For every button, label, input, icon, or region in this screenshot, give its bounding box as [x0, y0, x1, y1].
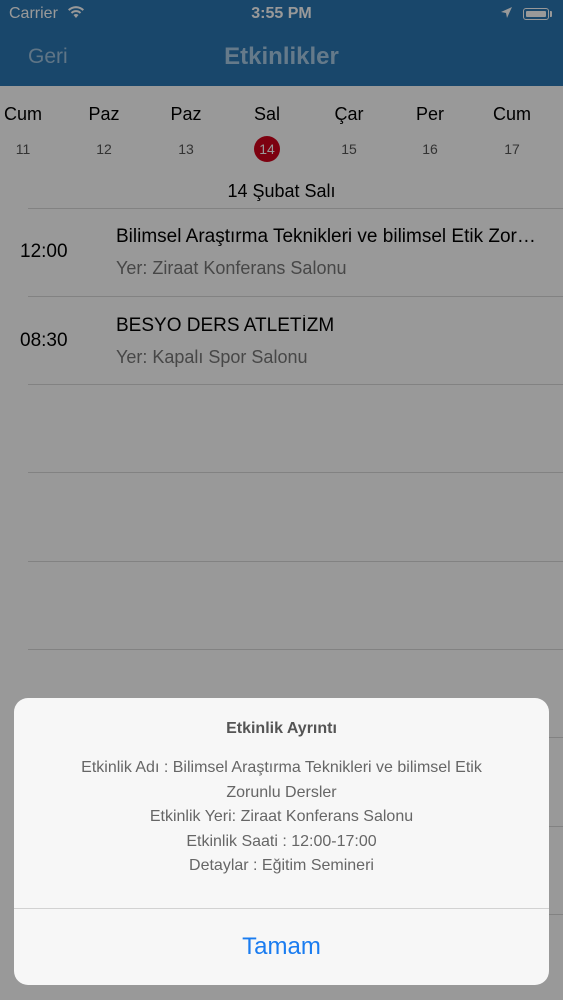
alert-line-event-name-cont: Zorunlu Dersler: [226, 783, 337, 801]
alert-title: Etkinlik Ayrıntı: [226, 720, 337, 737]
ok-button[interactable]: Tamam: [14, 909, 549, 985]
alert-message: Etkinlik Adı : Bilimsel Araştırma Teknik…: [34, 756, 529, 879]
alert-line-event-time: Etkinlik Saati : 12:00-17:00: [186, 832, 377, 850]
alert-line-event-place: Etkinlik Yeri: Ziraat Konferans Salonu: [149, 808, 414, 825]
alert-line-event-name: Etkinlik Adı : Bilimsel Araştırma Teknik…: [81, 759, 482, 776]
alert-line-details: Detaylar : Eğitim Semineri: [189, 857, 374, 874]
event-detail-alert: Etkinlik Ayrıntı Etkinlik Adı : Bilimsel…: [14, 698, 549, 985]
